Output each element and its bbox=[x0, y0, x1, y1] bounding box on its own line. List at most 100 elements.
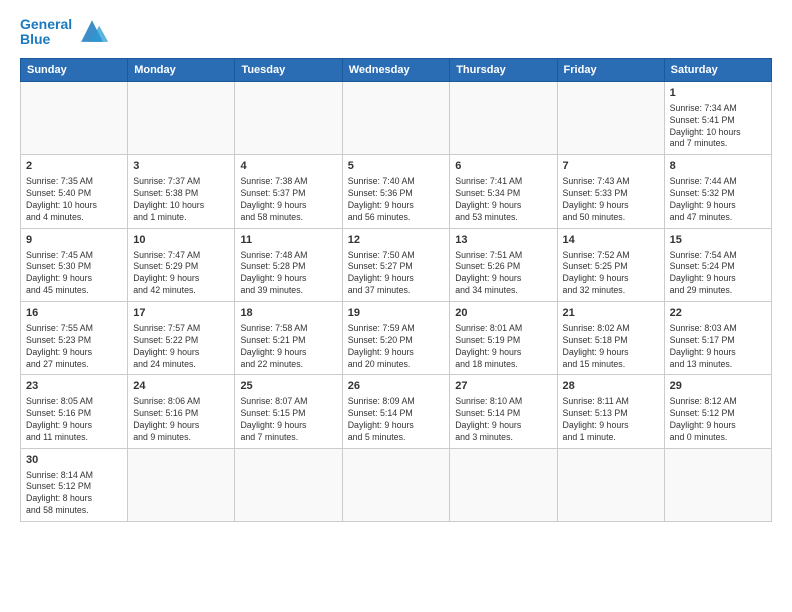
calendar-cell: 1Sunrise: 7:34 AMSunset: 5:41 PMDaylight… bbox=[664, 82, 771, 155]
weekday-header-friday: Friday bbox=[557, 59, 664, 82]
day-number: 21 bbox=[563, 306, 659, 321]
page: General Blue SundayMondayTuesdayWednesda… bbox=[0, 0, 792, 612]
calendar-cell: 20 Sunrise: 8:01 AMSunset: 5:19 PMDayligh… bbox=[450, 302, 557, 375]
calendar-cell: 8 Sunrise: 7:44 AMSunset: 5:32 PMDaylight… bbox=[664, 155, 771, 228]
calendar-cell: 27 Sunrise: 8:10 AMSunset: 5:14 PMDayligh… bbox=[450, 375, 557, 448]
calendar-week-row: 30Sunrise: 8:14 AMSunset: 5:12 PMDayligh… bbox=[21, 448, 772, 521]
day-info: Sunrise: 8:03 AMSunset: 5:17 PMDaylight:… bbox=[670, 323, 766, 371]
day-number: 14 bbox=[563, 233, 659, 248]
calendar-cell: 21Sunrise: 8:02 AMSunset: 5:18 PMDayligh… bbox=[557, 302, 664, 375]
calendar-cell: 17 Sunrise: 7:57 AMSunset: 5:22 PMDayligh… bbox=[128, 302, 235, 375]
calendar-cell: 13 Sunrise: 7:51 AMSunset: 5:26 PMDayligh… bbox=[450, 228, 557, 301]
day-info: Sunrise: 7:58 AMSunset: 5:21 PMDaylight:… bbox=[240, 323, 336, 371]
calendar-cell: 2 Sunrise: 7:35 AMSunset: 5:40 PMDaylight… bbox=[21, 155, 128, 228]
day-info: Sunrise: 7:51 AMSunset: 5:26 PMDaylight:… bbox=[455, 250, 551, 298]
calendar-cell: 3 Sunrise: 7:37 AMSunset: 5:38 PMDaylight… bbox=[128, 155, 235, 228]
day-info: Sunrise: 8:05 AMSunset: 5:16 PMDaylight:… bbox=[26, 396, 122, 444]
calendar-cell bbox=[557, 82, 664, 155]
calendar-cell bbox=[128, 82, 235, 155]
weekday-header-sunday: Sunday bbox=[21, 59, 128, 82]
calendar-cell: 25 Sunrise: 8:07 AMSunset: 5:15 PMDayligh… bbox=[235, 375, 342, 448]
day-number: 9 bbox=[26, 233, 122, 248]
calendar-cell bbox=[21, 82, 128, 155]
day-number: 1 bbox=[670, 86, 766, 101]
day-number: 4 bbox=[240, 159, 336, 174]
day-number: 24 bbox=[133, 379, 229, 394]
day-info: Sunrise: 7:54 AMSunset: 5:24 PMDaylight:… bbox=[670, 250, 766, 298]
calendar-cell: 22 Sunrise: 8:03 AMSunset: 5:17 PMDayligh… bbox=[664, 302, 771, 375]
day-info: Sunrise: 8:01 AMSunset: 5:19 PMDaylight:… bbox=[455, 323, 551, 371]
day-number: 22 bbox=[670, 306, 766, 321]
calendar-cell: 15Sunrise: 7:54 AMSunset: 5:24 PMDayligh… bbox=[664, 228, 771, 301]
day-number: 13 bbox=[455, 233, 551, 248]
calendar-cell: 29 Sunrise: 8:12 AMSunset: 5:12 PMDayligh… bbox=[664, 375, 771, 448]
logo-general: General bbox=[20, 16, 72, 32]
calendar-cell: 9 Sunrise: 7:45 AMSunset: 5:30 PMDaylight… bbox=[21, 228, 128, 301]
day-info: Sunrise: 8:10 AMSunset: 5:14 PMDaylight:… bbox=[455, 396, 551, 444]
day-info: Sunrise: 8:12 AMSunset: 5:12 PMDaylight:… bbox=[670, 396, 766, 444]
calendar-week-row: 9 Sunrise: 7:45 AMSunset: 5:30 PMDaylight… bbox=[21, 228, 772, 301]
calendar-cell bbox=[235, 82, 342, 155]
calendar-cell bbox=[128, 448, 235, 521]
day-info: Sunrise: 8:09 AMSunset: 5:14 PMDaylight:… bbox=[348, 396, 445, 444]
calendar-cell: 12 Sunrise: 7:50 AMSunset: 5:27 PMDayligh… bbox=[342, 228, 450, 301]
weekday-header-thursday: Thursday bbox=[450, 59, 557, 82]
calendar-cell bbox=[342, 448, 450, 521]
weekday-header-wednesday: Wednesday bbox=[342, 59, 450, 82]
weekday-header-monday: Monday bbox=[128, 59, 235, 82]
day-number: 11 bbox=[240, 233, 336, 248]
day-info: Sunrise: 7:59 AMSunset: 5:20 PMDaylight:… bbox=[348, 323, 445, 371]
day-number: 10 bbox=[133, 233, 229, 248]
calendar-cell: 14Sunrise: 7:52 AMSunset: 5:25 PMDayligh… bbox=[557, 228, 664, 301]
day-info: Sunrise: 7:40 AMSunset: 5:36 PMDaylight:… bbox=[348, 176, 445, 224]
logo-icon bbox=[74, 16, 110, 48]
day-number: 18 bbox=[240, 306, 336, 321]
calendar-week-row: 1Sunrise: 7:34 AMSunset: 5:41 PMDaylight… bbox=[21, 82, 772, 155]
day-number: 20 bbox=[455, 306, 551, 321]
day-info: Sunrise: 7:37 AMSunset: 5:38 PMDaylight:… bbox=[133, 176, 229, 224]
calendar-cell bbox=[342, 82, 450, 155]
calendar-cell bbox=[664, 448, 771, 521]
day-number: 29 bbox=[670, 379, 766, 394]
day-number: 5 bbox=[348, 159, 445, 174]
weekday-header-row: SundayMondayTuesdayWednesdayThursdayFrid… bbox=[21, 59, 772, 82]
day-number: 19 bbox=[348, 306, 445, 321]
day-info: Sunrise: 7:43 AMSunset: 5:33 PMDaylight:… bbox=[563, 176, 659, 224]
calendar-table: SundayMondayTuesdayWednesdayThursdayFrid… bbox=[20, 58, 772, 522]
calendar-cell bbox=[557, 448, 664, 521]
logo-blue: Blue bbox=[20, 31, 50, 47]
day-info: Sunrise: 7:50 AMSunset: 5:27 PMDaylight:… bbox=[348, 250, 445, 298]
day-number: 6 bbox=[455, 159, 551, 174]
day-info: Sunrise: 7:41 AMSunset: 5:34 PMDaylight:… bbox=[455, 176, 551, 224]
calendar-cell: 24Sunrise: 8:06 AMSunset: 5:16 PMDayligh… bbox=[128, 375, 235, 448]
logo-text: General bbox=[20, 17, 72, 32]
calendar-body: 1Sunrise: 7:34 AMSunset: 5:41 PMDaylight… bbox=[21, 82, 772, 522]
day-number: 25 bbox=[240, 379, 336, 394]
day-number: 8 bbox=[670, 159, 766, 174]
calendar-cell: 26 Sunrise: 8:09 AMSunset: 5:14 PMDayligh… bbox=[342, 375, 450, 448]
day-info: Sunrise: 7:57 AMSunset: 5:22 PMDaylight:… bbox=[133, 323, 229, 371]
calendar-cell: 6 Sunrise: 7:41 AMSunset: 5:34 PMDaylight… bbox=[450, 155, 557, 228]
day-number: 16 bbox=[26, 306, 122, 321]
day-number: 30 bbox=[26, 453, 122, 468]
day-number: 26 bbox=[348, 379, 445, 394]
calendar-week-row: 23Sunrise: 8:05 AMSunset: 5:16 PMDayligh… bbox=[21, 375, 772, 448]
day-number: 17 bbox=[133, 306, 229, 321]
calendar-cell bbox=[235, 448, 342, 521]
day-info: Sunrise: 8:07 AMSunset: 5:15 PMDaylight:… bbox=[240, 396, 336, 444]
weekday-header-saturday: Saturday bbox=[664, 59, 771, 82]
day-number: 12 bbox=[348, 233, 445, 248]
day-info: Sunrise: 7:48 AMSunset: 5:28 PMDaylight:… bbox=[240, 250, 336, 298]
calendar-cell: 5 Sunrise: 7:40 AMSunset: 5:36 PMDaylight… bbox=[342, 155, 450, 228]
calendar-header: SundayMondayTuesdayWednesdayThursdayFrid… bbox=[21, 59, 772, 82]
day-number: 2 bbox=[26, 159, 122, 174]
day-number: 27 bbox=[455, 379, 551, 394]
day-info: Sunrise: 7:44 AMSunset: 5:32 PMDaylight:… bbox=[670, 176, 766, 224]
day-info: Sunrise: 7:45 AMSunset: 5:30 PMDaylight:… bbox=[26, 250, 122, 298]
day-number: 3 bbox=[133, 159, 229, 174]
header: General Blue bbox=[20, 16, 772, 48]
calendar-cell: 19 Sunrise: 7:59 AMSunset: 5:20 PMDayligh… bbox=[342, 302, 450, 375]
day-info: Sunrise: 7:35 AMSunset: 5:40 PMDaylight:… bbox=[26, 176, 122, 224]
calendar-cell: 18 Sunrise: 7:58 AMSunset: 5:21 PMDayligh… bbox=[235, 302, 342, 375]
calendar-cell: 30Sunrise: 8:14 AMSunset: 5:12 PMDayligh… bbox=[21, 448, 128, 521]
